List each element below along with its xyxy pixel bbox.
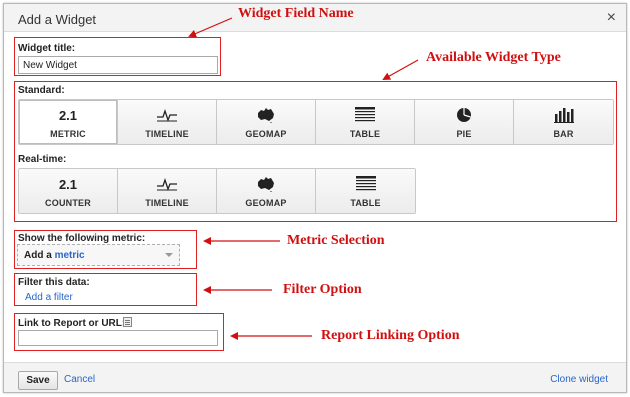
chevron-down-icon xyxy=(165,253,173,257)
standard-section-label: Standard: xyxy=(18,85,65,96)
report-link-label: Link to Report or URL: xyxy=(18,318,126,329)
annotation-metric-selection: Metric Selection xyxy=(287,233,385,248)
standard-widget-types: 2.1 METRIC TIMELINE GEOMAP TABLE PIE BAR xyxy=(18,99,614,145)
timeline-icon xyxy=(118,174,216,194)
widget-title-input[interactable] xyxy=(18,56,218,74)
annotation-report-linking-option: Report Linking Option xyxy=(321,328,460,343)
timeline-icon xyxy=(118,105,216,125)
standard-tile-geomap[interactable]: GEOMAP xyxy=(217,100,316,144)
realtime-section-label: Real-time: xyxy=(18,154,67,165)
metric-dropdown-text: Add a metric xyxy=(24,250,85,261)
standard-tile-pie[interactable]: PIE xyxy=(415,100,514,144)
tile-label: GEOMAP xyxy=(245,198,287,208)
standard-tile-timeline[interactable]: TIMELINE xyxy=(118,100,217,144)
metric-label: Show the following metric: xyxy=(18,233,146,244)
tile-label: PIE xyxy=(456,129,472,139)
australia-map-icon xyxy=(217,105,315,125)
report-url-input[interactable] xyxy=(18,330,218,346)
standard-tile-bar[interactable]: BAR xyxy=(514,100,613,144)
dialog-title: Add a Widget xyxy=(18,12,97,27)
tile-label: METRIC xyxy=(50,129,86,139)
table-icon xyxy=(316,174,415,194)
tile-label: TABLE xyxy=(350,198,381,208)
filter-label: Filter this data: xyxy=(18,277,90,288)
standard-tile-metric[interactable]: 2.1 METRIC xyxy=(19,100,118,144)
realtime-tile-timeline[interactable]: TIMELINE xyxy=(118,169,217,213)
clone-widget-link[interactable]: Clone widget xyxy=(550,374,608,385)
number-icon: 2.1 xyxy=(58,176,78,192)
save-button[interactable]: Save xyxy=(18,371,58,390)
tile-label: GEOMAP xyxy=(245,129,287,139)
table-icon xyxy=(316,105,414,125)
cancel-link[interactable]: Cancel xyxy=(64,374,95,385)
annotation-filter-option: Filter Option xyxy=(283,282,362,297)
australia-map-icon xyxy=(217,174,315,194)
close-icon[interactable]: × xyxy=(607,9,616,27)
realtime-tile-geomap[interactable]: GEOMAP xyxy=(217,169,316,213)
metric-dropdown[interactable]: Add a metric xyxy=(17,244,180,266)
tile-label: COUNTER xyxy=(45,198,91,208)
standard-tile-table[interactable]: TABLE xyxy=(316,100,415,144)
tile-label: TIMELINE xyxy=(145,129,189,139)
report-icon[interactable] xyxy=(123,317,132,327)
annotation-widget-field-name: Widget Field Name xyxy=(238,6,354,21)
pie-chart-icon xyxy=(415,105,513,125)
tile-label: TABLE xyxy=(349,129,381,139)
tile-label: BAR xyxy=(553,129,574,139)
dialog-footer: Save Cancel Clone widget xyxy=(4,362,626,392)
widget-title-label: Widget title: xyxy=(18,43,76,54)
tile-label: TIMELINE xyxy=(145,198,189,208)
realtime-tile-table[interactable]: TABLE xyxy=(316,169,415,213)
realtime-widget-types: 2.1 COUNTER TIMELINE GEOMAP TABLE xyxy=(18,168,416,214)
add-filter-link[interactable]: Add a filter xyxy=(25,292,73,303)
number-icon: 2.1 xyxy=(58,107,78,123)
annotation-available-widget-type: Available Widget Type xyxy=(426,50,561,65)
bar-chart-icon xyxy=(514,105,613,125)
realtime-tile-counter[interactable]: 2.1 COUNTER xyxy=(19,169,118,213)
